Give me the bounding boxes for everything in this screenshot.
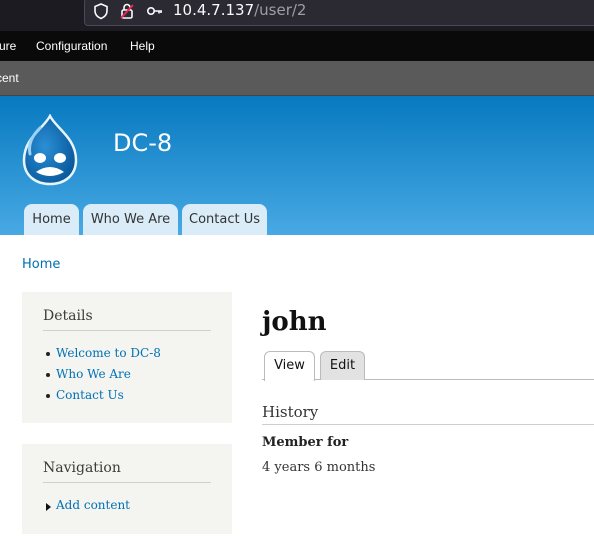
details-divider [43,330,211,331]
tab-who-we-are[interactable]: Who We Are [83,204,178,235]
site-name[interactable]: DC-8 [113,129,172,157]
navigation-divider [43,482,211,483]
url-path: /user/2 [254,1,307,19]
nav-link-add-content[interactable]: Add content [56,498,130,512]
tab-home[interactable]: Home [24,204,79,235]
url-host: 10.4.7.137 [173,1,255,19]
key-icon[interactable] [145,1,165,21]
lock-warning-icon[interactable] [117,1,137,21]
tab-view[interactable]: View [264,351,315,381]
history-divider [262,424,594,425]
shortcuts-bar: cent [0,61,594,96]
history-heading: History [262,403,319,421]
address-field[interactable]: 10.4.7.137/user/2 [84,0,594,26]
admin-toolbar: ure Configuration Help [0,31,594,61]
navigation-block: Navigation Add content [22,444,232,534]
member-for-label: Member for [262,435,349,450]
drupal-logo-icon[interactable] [18,114,82,186]
shortcut-add-content[interactable]: cent [0,71,19,85]
url-text[interactable]: 10.4.7.137/user/2 [173,1,306,19]
page-title: john [262,307,327,337]
toolbar-item-structure[interactable]: ure [0,39,16,53]
shield-icon[interactable] [91,1,111,21]
details-link-welcome[interactable]: Welcome to DC-8 [56,346,161,360]
toolbar-item-help[interactable]: Help [130,39,155,53]
browser-url-bar: 10.4.7.137/user/2 [0,0,594,31]
details-title: Details [43,308,93,324]
collapsed-arrow-icon [46,503,51,511]
bullet-icon [46,394,50,398]
tab-edit[interactable]: Edit [320,351,365,380]
details-block: Details Welcome to DC-8 Who We Are Conta… [22,292,232,423]
toolbar-item-configuration[interactable]: Configuration [36,39,107,53]
breadcrumb[interactable]: Home [22,257,60,272]
details-link-contact-us[interactable]: Contact Us [56,388,124,402]
details-link-who-we-are[interactable]: Who We Are [56,367,131,381]
bullet-icon [46,352,50,356]
site-header: DC-8 Home Who We Are Contact Us [0,96,594,235]
tab-contact-us[interactable]: Contact Us [182,204,267,235]
navigation-title: Navigation [43,460,121,476]
bullet-icon [46,373,50,377]
member-for-value: 4 years 6 months [262,460,376,475]
